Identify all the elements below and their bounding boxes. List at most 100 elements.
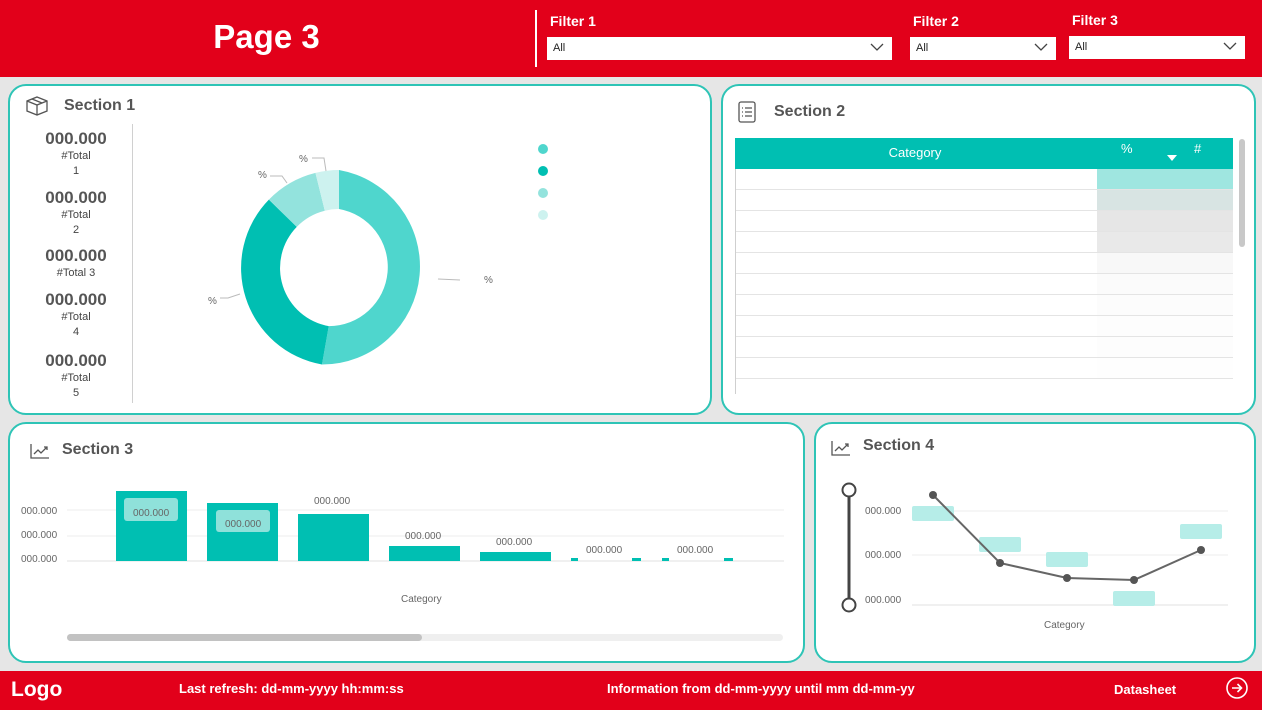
chevron-down-icon (1223, 42, 1237, 50)
filter-3-dropdown[interactable]: All (1069, 36, 1245, 59)
range-slider-handle-bottom[interactable] (841, 597, 857, 613)
datasheet-link[interactable]: Datasheet (1114, 682, 1176, 697)
sort-descending-icon[interactable] (1167, 155, 1177, 161)
table-row[interactable] (735, 190, 1233, 211)
bar[interactable] (724, 558, 733, 561)
filter-2-label: Filter 2 (913, 13, 959, 29)
table-cell (1097, 211, 1233, 231)
line-point[interactable] (996, 559, 1004, 567)
kpi-5: 000.000 #Total 5 (21, 351, 131, 401)
table-cell (1097, 295, 1233, 315)
kpi-value: 000.000 (45, 290, 107, 309)
page-title: Page 3 (213, 18, 320, 55)
section-4-title: Section 4 (863, 437, 935, 454)
range-slider-handle-top[interactable] (841, 482, 857, 498)
section-2-title: Section 2 (774, 103, 846, 120)
kpi-value: 000.000 (45, 246, 107, 265)
bar[interactable] (298, 514, 369, 561)
y-tick: 000.000 (865, 595, 902, 606)
table-row[interactable] (735, 253, 1233, 274)
donut-label-2: % (208, 296, 217, 307)
trend-chart-icon (30, 444, 49, 459)
horizontal-scrollbar-track[interactable] (67, 634, 783, 641)
column-header-percent[interactable]: % (1121, 141, 1133, 156)
bar-label: 000.000 (405, 531, 442, 542)
kpi-label-2: 1 (72, 165, 80, 177)
line-point[interactable] (1197, 546, 1205, 554)
y-tick: 000.000 (21, 554, 58, 565)
donut-label-4: % (299, 154, 308, 165)
legend-marker-2[interactable] (538, 166, 548, 176)
line-point[interactable] (1130, 576, 1138, 584)
list-icon (738, 101, 756, 123)
column-header-category[interactable]: Category (735, 145, 1095, 160)
bar[interactable] (389, 546, 460, 561)
bar[interactable] (480, 552, 551, 561)
filter-1-dropdown[interactable]: All (547, 37, 892, 60)
bar[interactable] (632, 558, 641, 561)
kpi-label-2: 4 (72, 326, 80, 338)
table-cell (1097, 190, 1233, 210)
table-row[interactable] (735, 274, 1233, 295)
column-header-count[interactable]: # (1194, 141, 1201, 156)
arrow-right-circle-icon[interactable] (1225, 676, 1249, 700)
box-icon (26, 96, 48, 116)
kpi-label-2: 5 (72, 387, 80, 399)
donut-label-3: % (258, 170, 267, 181)
y-tick: 000.000 (21, 530, 58, 541)
x-axis-label: Category (1044, 620, 1085, 631)
donut-label-1: % (484, 275, 493, 286)
info-range-text: Information from dd-mm-yyyy until mm dd-… (607, 681, 915, 696)
bar-label: 000.000 (314, 496, 351, 507)
table-row[interactable] (735, 295, 1233, 316)
table-row[interactable] (735, 169, 1233, 190)
table-cell (1097, 358, 1233, 378)
table-scrollbar[interactable] (1239, 139, 1245, 247)
legend-marker-3[interactable] (538, 188, 548, 198)
x-axis-label: Category (401, 594, 442, 605)
section-3-title: Section 3 (62, 441, 134, 458)
legend-marker-4[interactable] (538, 210, 548, 220)
table-cell (1097, 169, 1233, 189)
kpi-label: #Total (61, 209, 91, 221)
y-tick: 000.000 (21, 506, 58, 517)
table-cell (1097, 253, 1233, 273)
chevron-down-icon (1034, 43, 1048, 51)
donut-chart: % % % % (208, 154, 493, 365)
kpi-label: #Total (61, 150, 91, 162)
kpi-divider (132, 124, 133, 403)
legend-marker-1[interactable] (538, 144, 548, 154)
section-1-title: Section 1 (64, 97, 136, 114)
donut-slice-2[interactable] (241, 199, 329, 365)
table-row[interactable] (735, 358, 1233, 379)
kpi-label: #Total (61, 372, 91, 384)
bar[interactable] (662, 558, 669, 561)
kpi-1: 000.000 #Total 1 (21, 129, 131, 179)
filter-2-value: All (916, 42, 929, 54)
bar-chart: 000.000 000.000 000.000 000.000 000.000 … (21, 491, 784, 605)
kpi-3: 000.000 #Total 3 (21, 246, 131, 281)
line-point[interactable] (1063, 574, 1071, 582)
line-chart: 000.000 000.000 000.000 Category (841, 482, 1228, 631)
header-divider (535, 10, 537, 67)
chevron-down-icon (870, 43, 884, 51)
data-table: Category % # (735, 138, 1233, 394)
filter-2-dropdown[interactable]: All (910, 37, 1056, 60)
filter-1-label: Filter 1 (550, 13, 596, 29)
kpi-label: #Total (61, 311, 91, 323)
last-refresh-text: Last refresh: dd-mm-yyyy hh:mm:ss (179, 681, 404, 696)
kpi-4: 000.000 #Total 4 (21, 290, 131, 340)
logo: Logo (11, 678, 63, 701)
line-point[interactable] (929, 491, 937, 499)
kpi-2: 000.000 #Total 2 (21, 188, 131, 238)
table-row[interactable] (735, 337, 1233, 358)
horizontal-scrollbar-thumb[interactable] (67, 634, 422, 641)
table-row[interactable] (735, 211, 1233, 232)
table-cell (1097, 274, 1233, 294)
table-row[interactable] (735, 232, 1233, 253)
kpi-value: 000.000 (45, 351, 107, 370)
y-tick: 000.000 (865, 506, 902, 517)
bar[interactable] (571, 558, 578, 561)
table-cell (1097, 316, 1233, 336)
table-row[interactable] (735, 316, 1233, 337)
